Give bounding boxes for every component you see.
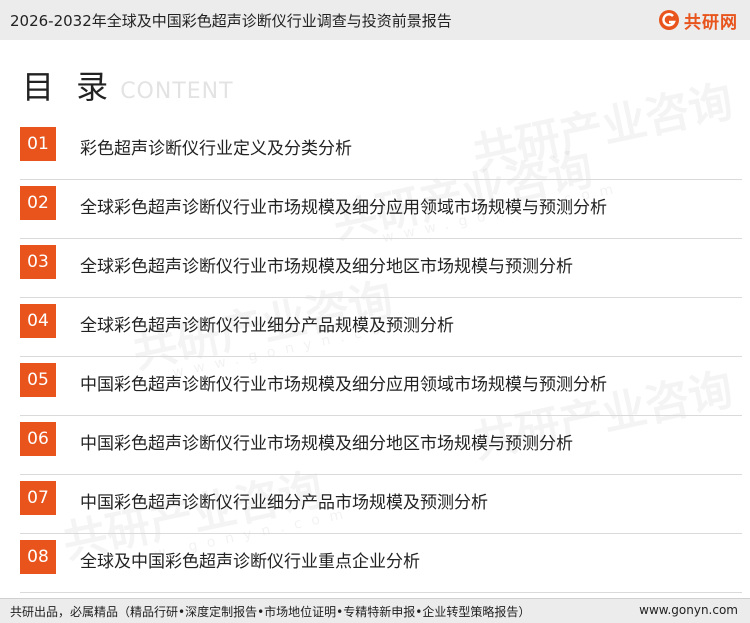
brand: 共研网 <box>658 7 738 33</box>
toc-item[interactable]: 05 中国彩色超声诊断仪行业市场规模及细分应用领域市场规模与预测分析 <box>20 357 742 416</box>
toc-heading: 目 录 CONTENT <box>22 62 234 106</box>
toc-item-label: 全球彩色超声诊断仪行业市场规模及细分应用领域市场规模与预测分析 <box>80 198 607 218</box>
toc-item-number: 06 <box>20 422 56 456</box>
toc-item[interactable]: 04 全球彩色超声诊断仪行业细分产品规模及预测分析 <box>20 298 742 357</box>
toc-item-number: 03 <box>20 245 56 279</box>
toc-item-number: 04 <box>20 304 56 338</box>
toc-item-label: 中国彩色超声诊断仪行业细分产品市场规模及预测分析 <box>80 493 488 513</box>
report-footer: 共研出品，必属精品（精品行研•深度定制报告•市场地位证明•专精特新申报•企业转型… <box>0 598 750 623</box>
toc-item-label: 彩色超声诊断仪行业定义及分类分析 <box>80 139 352 159</box>
brand-name: 共研网 <box>684 12 738 33</box>
toc-title: 目 录 <box>22 68 115 106</box>
toc-item-number: 08 <box>20 540 56 574</box>
toc-item-number: 07 <box>20 481 56 515</box>
toc-item-number: 01 <box>20 127 56 161</box>
toc-item-label: 全球彩色超声诊断仪行业细分产品规模及预测分析 <box>80 316 454 336</box>
toc-subtitle: CONTENT <box>120 79 234 104</box>
report-header: 2026-2032年全球及中国彩色超声诊断仪行业调查与投资前景报告 共研网 <box>0 0 750 40</box>
toc-item[interactable]: 03 全球彩色超声诊断仪行业市场规模及细分地区市场规模与预测分析 <box>20 239 742 298</box>
toc-item[interactable]: 06 中国彩色超声诊断仪行业市场规模及细分地区市场规模与预测分析 <box>20 416 742 475</box>
toc-item[interactable]: 07 中国彩色超声诊断仪行业细分产品市场规模及预测分析 <box>20 475 742 534</box>
footer-tagline: 共研出品，必属精品（精品行研•深度定制报告•市场地位证明•专精特新申报•企业转型… <box>10 605 531 619</box>
toc-item[interactable]: 02 全球彩色超声诊断仪行业市场规模及细分应用领域市场规模与预测分析 <box>20 180 742 239</box>
toc-item[interactable]: 01 彩色超声诊断仪行业定义及分类分析 <box>20 121 742 180</box>
toc-item[interactable]: 08 全球及中国彩色超声诊断仪行业重点企业分析 <box>20 534 742 593</box>
toc-item-label: 中国彩色超声诊断仪行业市场规模及细分地区市场规模与预测分析 <box>80 434 573 454</box>
toc-item-label: 全球彩色超声诊断仪行业市场规模及细分地区市场规模与预测分析 <box>80 257 573 277</box>
report-title: 2026-2032年全球及中国彩色超声诊断仪行业调查与投资前景报告 <box>10 12 452 30</box>
brand-logo-icon <box>659 10 679 30</box>
toc-item-number: 02 <box>20 186 56 220</box>
toc-item-label: 中国彩色超声诊断仪行业市场规模及细分应用领域市场规模与预测分析 <box>80 375 607 395</box>
table-of-contents: 01 彩色超声诊断仪行业定义及分类分析 02 全球彩色超声诊断仪行业市场规模及细… <box>20 121 742 593</box>
toc-item-label: 全球及中国彩色超声诊断仪行业重点企业分析 <box>80 552 420 572</box>
footer-url: www.gonyn.com <box>639 603 738 617</box>
toc-item-number: 05 <box>20 363 56 397</box>
